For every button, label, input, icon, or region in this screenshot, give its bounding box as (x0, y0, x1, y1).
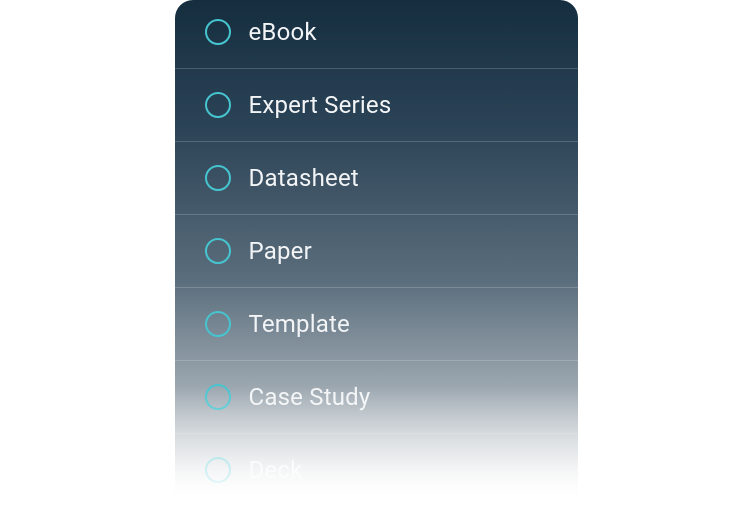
option-label: Paper (249, 237, 312, 265)
radio-icon (205, 165, 231, 191)
option-deck[interactable]: Deck (175, 434, 578, 507)
option-label: eBook (249, 18, 317, 46)
radio-icon (205, 457, 231, 483)
radio-icon (205, 311, 231, 337)
option-ebook[interactable]: eBook (175, 0, 578, 69)
filter-panel: eBook Expert Series Datasheet Paper Temp… (175, 0, 578, 507)
option-label: Deck (249, 456, 303, 484)
option-label: Expert Series (249, 91, 392, 119)
option-label: Case Study (249, 383, 371, 411)
radio-icon (205, 19, 231, 45)
option-datasheet[interactable]: Datasheet (175, 142, 578, 215)
option-template[interactable]: Template (175, 288, 578, 361)
option-case-study[interactable]: Case Study (175, 361, 578, 434)
option-label: Template (249, 310, 350, 338)
option-paper[interactable]: Paper (175, 215, 578, 288)
option-expert-series[interactable]: Expert Series (175, 69, 578, 142)
option-label: Datasheet (249, 164, 359, 192)
radio-icon (205, 92, 231, 118)
radio-icon (205, 384, 231, 410)
radio-icon (205, 238, 231, 264)
